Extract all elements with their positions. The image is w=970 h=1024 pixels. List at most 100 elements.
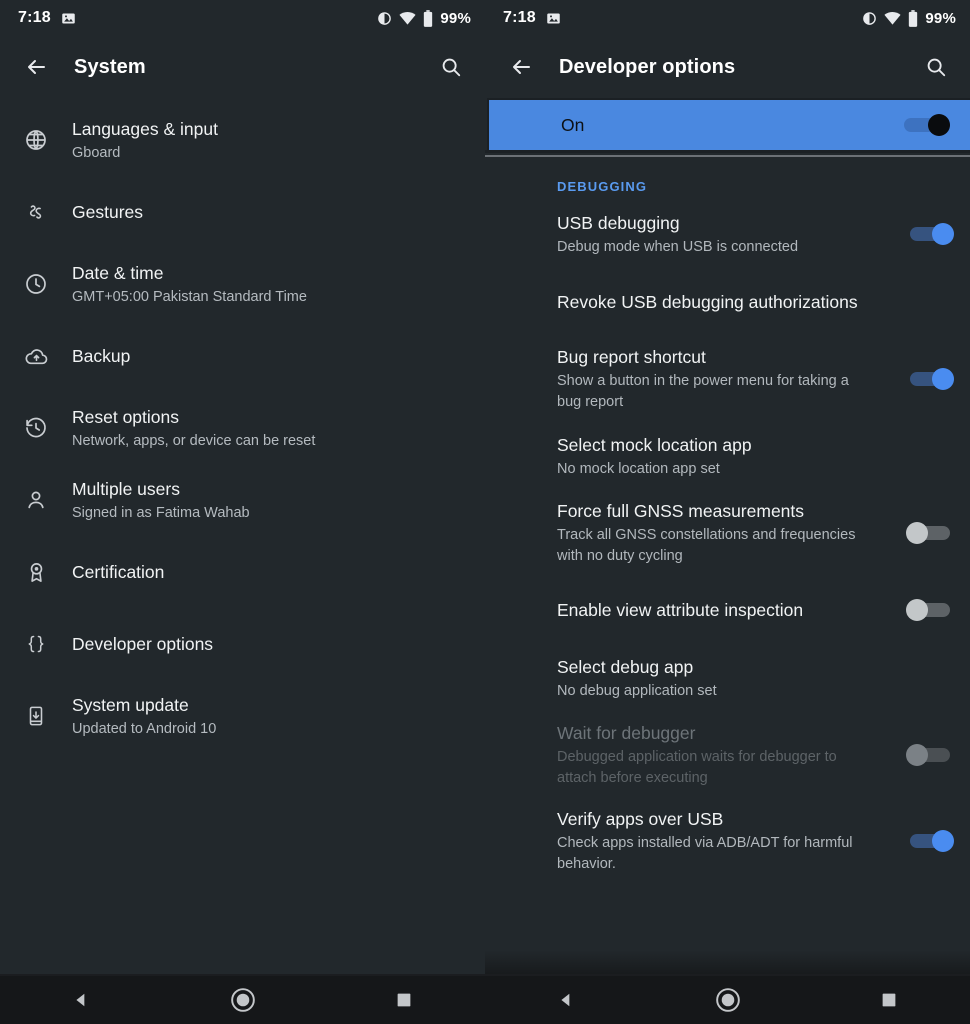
sidebar-item-gestures[interactable]: Gestures [0,176,485,248]
screenshot-image-icon [546,11,561,26]
arrow-back-icon[interactable] [16,47,56,87]
pref-select-debug-app[interactable]: Select debug app No debug application se… [485,644,970,712]
pref-subtitle: Track all GNSS constellations and freque… [557,525,876,567]
pref-subtitle: Debugged application waits for debugger … [557,747,876,789]
item-title: Backup [72,345,461,368]
pref-title: Verify apps over USB [557,807,876,831]
item-title: Certification [72,561,461,584]
item-subtitle: Gboard [72,143,461,163]
sidebar-item-backup[interactable]: Backup [0,320,485,392]
pref-force-full-gnss-measurements[interactable]: Force full GNSS measurements Track all G… [485,490,970,576]
page-title-developer-options: Developer options [559,56,916,79]
pref-enable-view-attribute-inspection[interactable]: Enable view attribute inspection [485,576,970,644]
search-icon[interactable] [431,47,471,87]
wait-for-debugger-switch [906,743,954,767]
person-icon [0,488,72,512]
pref-subtitle: Check apps installed via ADB/ADT for har… [557,833,876,875]
status-bar-time: 7:18 [503,9,536,27]
history-icon [0,416,72,440]
item-title: System update [72,694,461,717]
globe-icon [0,128,72,152]
award-icon [0,561,72,584]
item-subtitle: Network, apps, or device can be reset [72,431,461,451]
developer-options-master-toggle-banner[interactable]: On [487,98,970,150]
item-subtitle: Updated to Android 10 [72,719,461,739]
pref-title: Select debug app [557,655,876,679]
sidebar-item-system-update[interactable]: System update Updated to Android 10 [0,680,485,752]
battery-icon [908,10,918,27]
sidebar-item-date-time[interactable]: Date & time GMT+05:00 Pakistan Standard … [0,248,485,320]
sidebar-item-certification[interactable]: Certification [0,536,485,608]
master-toggle-switch[interactable] [902,113,950,137]
nav-home-circle-icon[interactable] [647,976,809,1024]
screenshot-image-icon [61,11,76,26]
item-subtitle: GMT+05:00 Pakistan Standard Time [72,287,461,307]
nav-recents-square-icon[interactable] [323,976,485,1024]
pref-title: Revoke USB debugging authorizations [557,290,876,314]
pref-wait-for-debugger: Wait for debugger Debugged application w… [485,712,970,798]
wifi-icon [399,11,416,25]
pref-bug-report-shortcut[interactable]: Bug report shortcut Show a button in the… [485,336,970,422]
right-panel-developer-options: 7:18 99% [485,0,970,1024]
status-bar-right: 7:18 99% [485,0,970,36]
battery-percent: 99% [925,10,956,27]
banner-divider [485,150,970,153]
pref-usb-debugging[interactable]: USB debugging Debug mode when USB is con… [485,200,970,268]
pref-subtitle: Debug mode when USB is connected [557,237,876,258]
pref-title: USB debugging [557,211,876,235]
sidebar-item-multiple-users[interactable]: Multiple users Signed in as Fatima Wahab [0,464,485,536]
item-title: Languages & input [72,118,461,141]
pref-revoke-usb-debugging-authorizations[interactable]: Revoke USB debugging authorizations [485,268,970,336]
nav-bar-top-divider [0,974,970,976]
nav-recents-square-icon[interactable] [808,976,970,1024]
nav-back-triangle-icon[interactable] [0,976,162,1024]
item-title: Date & time [72,262,461,285]
arrow-back-icon[interactable] [501,47,541,87]
item-title: Developer options [72,633,461,656]
gesture-icon [0,201,72,223]
system-settings-list: Languages & input Gboard Gestures Date &… [0,98,485,752]
pref-title: Wait for debugger [557,721,876,745]
view-attribute-inspection-switch[interactable] [906,598,954,622]
battery-icon [423,10,433,27]
pref-subtitle: No debug application set [557,681,876,702]
pref-subtitle: Show a button in the power menu for taki… [557,371,876,413]
usb-debugging-switch[interactable] [906,222,954,246]
sidebar-item-reset-options[interactable]: Reset options Network, apps, or device c… [0,392,485,464]
search-icon[interactable] [916,47,956,87]
item-title: Reset options [72,406,461,429]
navigation-bar-right [485,976,970,1024]
pref-select-mock-location-app[interactable]: Select mock location app No mock locatio… [485,422,970,490]
sidebar-item-developer-options[interactable]: Developer options [0,608,485,680]
item-title: Gestures [72,201,461,224]
verify-apps-over-usb-switch[interactable] [906,829,954,853]
pref-title: Select mock location app [557,433,876,457]
master-toggle-label: On [561,115,584,136]
bug-report-shortcut-switch[interactable] [906,367,954,391]
braces-icon [0,632,72,656]
page-title-system: System [74,56,431,79]
sidebar-item-languages-input[interactable]: Languages & input Gboard [0,104,485,176]
pref-verify-apps-over-usb[interactable]: Verify apps over USB Check apps installe… [485,798,970,884]
nav-home-circle-icon[interactable] [162,976,324,1024]
pref-title: Enable view attribute inspection [557,598,876,622]
navigation-bar-left [0,976,485,1024]
status-bar-left: 7:18 99% [0,0,485,36]
nav-back-triangle-icon[interactable] [485,976,647,1024]
pref-title: Force full GNSS measurements [557,499,876,523]
cloud-upload-icon [0,344,72,369]
item-subtitle: Signed in as Fatima Wahab [72,503,461,523]
pref-title: Bug report shortcut [557,345,876,369]
system-update-icon [0,705,72,727]
status-bar-time: 7:18 [18,9,51,27]
developer-options-list: USB debugging Debug mode when USB is con… [485,200,970,884]
do-not-disturb-icon [377,11,392,26]
pref-subtitle: No mock location app set [557,459,876,480]
clock-icon [0,272,72,296]
dual-screenshot: 7:18 99% [0,0,970,1024]
appbar-developer-options: Developer options [485,36,970,98]
force-full-gnss-switch[interactable] [906,521,954,545]
navigation-bar [0,976,970,1024]
item-title: Multiple users [72,478,461,501]
section-header-debugging: DEBUGGING [485,157,970,200]
